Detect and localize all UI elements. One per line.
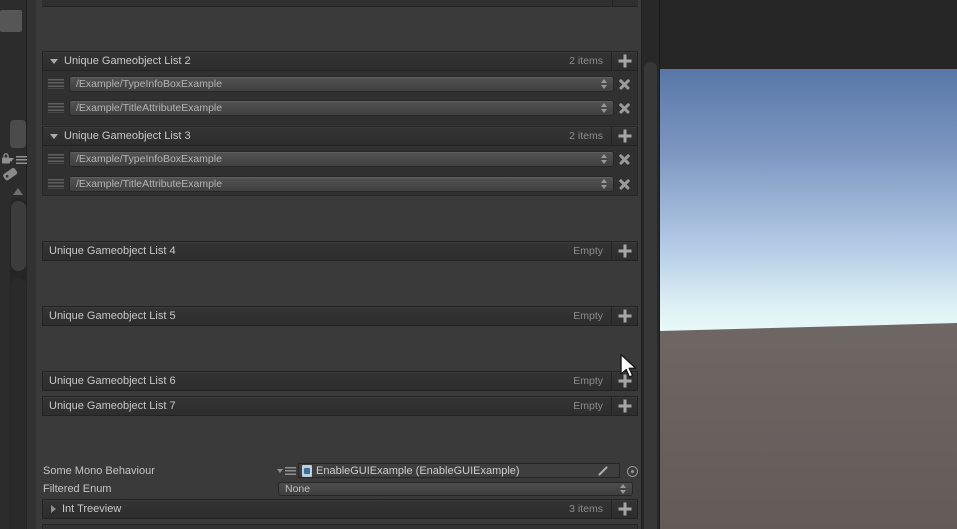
drag-handle-icon[interactable] [48,154,64,164]
menu-lines-icon [285,467,296,475]
inspector-panel: Unique Gameobject List 2 2 items /Exampl… [36,0,641,529]
script-icon [302,464,312,477]
inspector-scrollbar-thumb[interactable] [644,62,657,529]
add-item-button[interactable] [611,307,637,325]
list-header-int-treeview[interactable]: Int Treeview 3 items [42,499,638,519]
foldout-closed-icon [51,505,56,513]
stepper-icon [601,103,608,113]
list-header-unique-gameobject-list-5[interactable]: Unique Gameobject List 5 Empty [42,306,638,326]
list-header-clipped[interactable] [42,0,638,7]
pencil-icon[interactable] [598,466,608,476]
list-header-clipped[interactable] [42,524,638,529]
add-item-button[interactable] [611,242,637,260]
drag-handle-icon[interactable] [48,103,64,113]
list-title: Unique Gameobject List 5 [49,310,176,322]
enum-dropdown[interactable]: None [278,482,633,496]
stepper-icon [620,484,627,494]
plus-icon [618,54,631,68]
dropdown-value: /Example/TitleAttributeExample [76,102,223,114]
remove-item-button[interactable] [618,78,631,91]
item-count-badge: Empty [573,245,603,257]
preset-menu-icon[interactable] [277,467,296,475]
scene-view[interactable] [659,0,957,529]
mouse-cursor [618,353,642,386]
scene-sky [660,69,957,340]
item-count-badge: Empty [573,310,603,322]
add-item-button[interactable] [611,127,637,145]
unity-editor-window: Unique Gameobject List 2 2 items /Exampl… [0,0,957,529]
chevron-down-icon [277,469,283,473]
scene-ground [660,323,957,529]
plus-icon [618,244,631,258]
scroll-up-icon[interactable] [13,188,23,195]
list-title: Unique Gameobject List 6 [49,375,176,387]
panel-divider-strip [27,0,36,529]
chevron-down-icon [8,158,14,162]
scrollbar-thumb[interactable] [0,10,22,32]
item-count-badge: Empty [573,375,603,387]
plus-icon [618,309,631,323]
dropdown-value: /Example/TypeInfoBoxExample [76,153,222,165]
list-title: Int Treeview [62,503,122,515]
scrollbar-thumb[interactable] [11,201,26,271]
item-count-badge: 2 items [569,130,603,142]
object-field-mono-behaviour[interactable]: EnableGUIExample (EnableGUIExample) [298,463,620,478]
drag-handle-icon[interactable] [48,179,64,189]
list-header-unique-gameobject-list-7[interactable]: Unique Gameobject List 7 Empty [42,396,638,416]
remove-item-button[interactable] [618,102,631,115]
stepper-icon [601,79,608,89]
gameobject-dropdown[interactable]: /Example/TypeInfoBoxExample [69,151,614,167]
add-item-button[interactable] [611,500,637,518]
add-item-button[interactable] [611,397,637,415]
list-title: Unique Gameobject List 2 [64,55,191,67]
dropdown-value: None [285,483,311,495]
item-count-badge: 2 items [569,55,603,67]
stepper-icon [601,179,608,189]
scrollbar-thumb[interactable] [10,120,26,148]
object-picker-icon[interactable] [627,466,638,477]
preset-menu-icon[interactable] [8,156,27,164]
list-title: Unique Gameobject List 4 [49,245,176,257]
foldout-open-icon [50,58,58,64]
gameobject-dropdown[interactable]: /Example/TypeInfoBoxExample [69,76,614,92]
dropdown-value: /Example/TitleAttributeExample [76,178,223,190]
foldout-open-icon [50,133,58,139]
add-item-button[interactable] [611,52,637,70]
item-count-badge: 3 items [569,503,603,515]
plus-icon [618,399,631,413]
item-count-badge: Empty [573,400,603,412]
inspector-scrollbar-track[interactable] [641,0,659,529]
menu-lines-icon [16,156,27,164]
gameobject-dropdown[interactable]: /Example/TitleAttributeExample [69,176,614,192]
list-title: Unique Gameobject List 3 [64,130,191,142]
tag-icon[interactable] [0,164,20,189]
field-label-filtered-enum: Filtered Enum [43,483,112,495]
gameobject-dropdown[interactable]: /Example/TitleAttributeExample [69,100,614,116]
drag-handle-icon[interactable] [48,79,64,89]
list-body: /Example/TypeInfoBoxExample /Example/Tit… [42,146,638,196]
list-header-unique-gameobject-list-6[interactable]: Unique Gameobject List 6 Empty [42,371,638,391]
plus-icon [618,129,631,143]
list-header-unique-gameobject-list-4[interactable]: Unique Gameobject List 4 Empty [42,241,638,261]
list-title: Unique Gameobject List 7 [49,400,176,412]
object-field-value: EnableGUIExample (EnableGUIExample) [316,464,520,477]
stepper-icon [601,154,608,164]
dropdown-value: /Example/TypeInfoBoxExample [76,78,222,90]
list-header-unique-gameobject-list-2[interactable]: Unique Gameobject List 2 2 items [42,51,638,71]
add-button-separator [612,0,638,6]
remove-item-button[interactable] [618,178,631,191]
field-label-mono-behaviour: Some Mono Behaviour [43,465,155,477]
remove-item-button[interactable] [618,153,631,166]
scrollbar-track-lower[interactable] [11,278,26,529]
list-header-unique-gameobject-list-3[interactable]: Unique Gameobject List 3 2 items [42,126,638,146]
left-panel-edge [0,0,36,529]
list-body: /Example/TypeInfoBoxExample /Example/Tit… [42,71,638,125]
plus-icon [618,502,631,516]
